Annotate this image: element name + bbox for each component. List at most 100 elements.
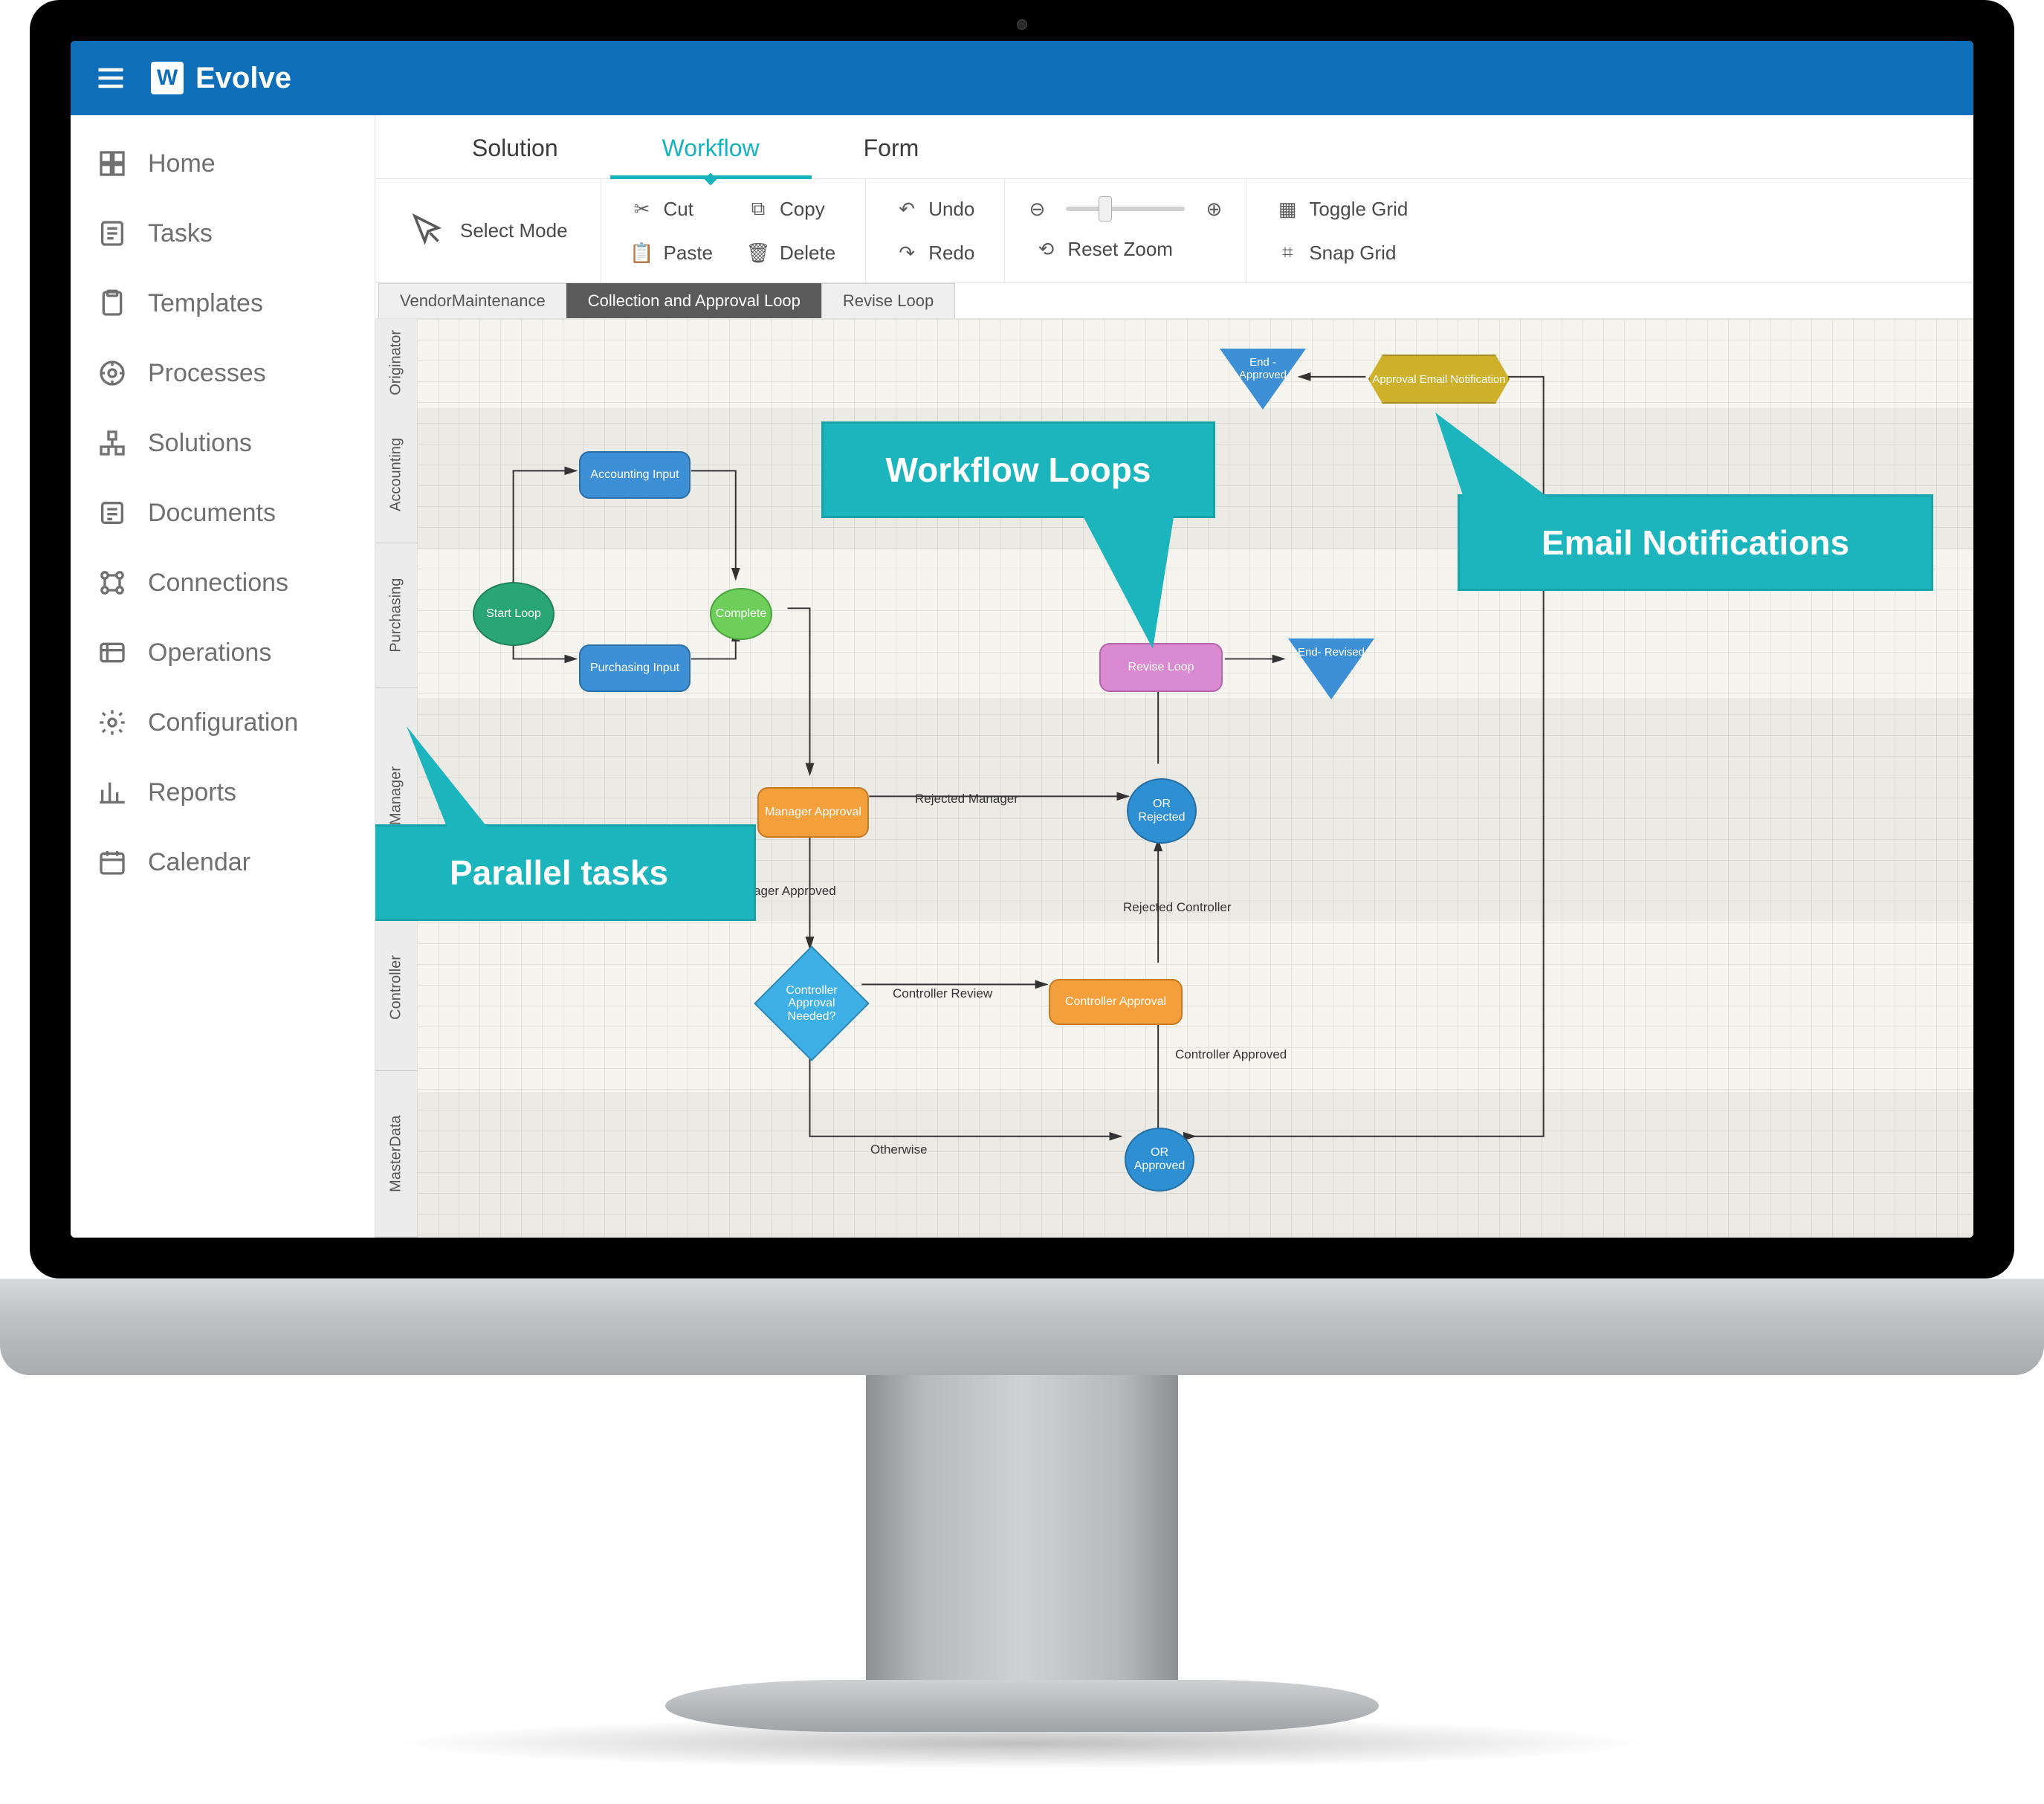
paste-icon: 📋 bbox=[631, 242, 653, 264]
cursor-icon bbox=[408, 211, 448, 251]
camera-dot bbox=[1017, 19, 1027, 30]
sidebar-item-reports[interactable]: Reports bbox=[71, 757, 375, 827]
sidebar-item-calendar[interactable]: Calendar bbox=[71, 827, 375, 897]
sidebar-item-label: Connections bbox=[148, 569, 288, 598]
hamburger-icon bbox=[94, 62, 127, 94]
snap-icon: ⌗ bbox=[1276, 242, 1298, 264]
toolbar: Select Mode ✂ Cut 📋 Paste ⧉Copy 🗑 Delete bbox=[375, 179, 1973, 283]
node-or-approved[interactable]: OR Approved bbox=[1125, 1128, 1194, 1192]
zoom-thumb[interactable] bbox=[1099, 196, 1112, 222]
cut-label: Cut bbox=[664, 198, 693, 221]
node-accounting-input[interactable]: Accounting Input bbox=[579, 451, 691, 499]
sidebar-item-label: Reports bbox=[148, 778, 236, 807]
sidebar-item-connections[interactable]: Connections bbox=[71, 548, 375, 618]
delete-label: Delete bbox=[780, 242, 835, 265]
undo-icon: ↶ bbox=[896, 198, 918, 220]
solutions-icon bbox=[96, 427, 129, 459]
sidebar-item-configuration[interactable]: Configuration bbox=[71, 688, 375, 757]
toggle-grid-label: Toggle Grid bbox=[1309, 198, 1408, 221]
brand-title: Evolve bbox=[195, 62, 291, 95]
processes-icon bbox=[96, 357, 129, 389]
edge-rejected-controller: Rejected Controller bbox=[1123, 900, 1232, 915]
lane-masterdata: MasterData bbox=[375, 1071, 417, 1238]
undo-label: Undo bbox=[928, 198, 974, 221]
lane-purchasing: Purchasing bbox=[375, 543, 417, 688]
home-icon bbox=[96, 147, 129, 180]
zoom-out-button[interactable]: ⊖ bbox=[1021, 193, 1052, 224]
snap-grid-label: Snap Grid bbox=[1309, 242, 1396, 265]
topbar: W Evolve bbox=[71, 41, 1973, 115]
sec-tab-revise[interactable]: Revise Loop bbox=[821, 283, 955, 318]
brand: W Evolve bbox=[151, 62, 291, 95]
paste-button[interactable]: 📋 Paste bbox=[618, 234, 727, 272]
zoom-in-icon: ⊕ bbox=[1203, 198, 1225, 220]
sidebar-item-label: Configuration bbox=[148, 708, 298, 737]
sidebar-item-processes[interactable]: Processes bbox=[71, 338, 375, 408]
sidebar-item-home[interactable]: Home bbox=[71, 129, 375, 198]
node-controller-needed[interactable]: Controller Approval Needed? bbox=[754, 945, 870, 1061]
edge-controller-review: Controller Review bbox=[893, 986, 992, 1001]
copy-button[interactable]: ⧉Copy bbox=[734, 190, 849, 228]
callout-workflow-loops: Workflow Loops bbox=[821, 421, 1215, 518]
snap-grid-button[interactable]: ⌗ Snap Grid bbox=[1263, 234, 1421, 272]
node-complete[interactable]: Complete bbox=[710, 588, 772, 640]
sidebar-item-documents[interactable]: Documents bbox=[71, 478, 375, 548]
sidebar-item-label: Processes bbox=[148, 359, 266, 388]
node-start-loop[interactable]: Start Loop bbox=[473, 582, 554, 646]
reset-zoom-label: Reset Zoom bbox=[1067, 238, 1173, 261]
tab-form[interactable]: Form bbox=[812, 115, 971, 178]
sidebar-item-label: Tasks bbox=[148, 219, 213, 248]
select-mode-label: Select Mode bbox=[460, 220, 568, 242]
paste-label: Paste bbox=[664, 242, 714, 265]
primary-tabs: Solution Workflow Form bbox=[375, 115, 1973, 179]
sidebar-item-tasks[interactable]: Tasks bbox=[71, 198, 375, 268]
secondary-tabs: VendorMaintenance Collection and Approva… bbox=[375, 283, 1973, 319]
node-or-rejected[interactable]: OR Rejected bbox=[1127, 778, 1197, 844]
edge-rejected-manager: Rejected Manager bbox=[915, 792, 1018, 806]
menu-button[interactable] bbox=[93, 60, 129, 96]
copy-label: Copy bbox=[780, 198, 825, 221]
delete-icon: 🗑 bbox=[747, 242, 769, 264]
end-revised-label: End- Revised bbox=[1294, 646, 1368, 659]
cut-icon: ✂ bbox=[631, 198, 653, 220]
grid-icon: ▦ bbox=[1276, 198, 1298, 220]
sidebar: Home Tasks Templates Processes bbox=[71, 115, 375, 1238]
lane-originator: Originator bbox=[375, 319, 417, 406]
gear-icon bbox=[96, 706, 129, 739]
delete-button[interactable]: 🗑 Delete bbox=[734, 234, 849, 272]
sidebar-item-templates[interactable]: Templates bbox=[71, 268, 375, 338]
end-approved-label: End - Approved bbox=[1226, 356, 1300, 381]
lane-accounting: Accounting bbox=[375, 406, 417, 543]
node-manager-approval[interactable]: Manager Approval bbox=[757, 787, 869, 838]
reports-icon bbox=[96, 776, 129, 809]
reset-zoom-button[interactable]: ⟲ Reset Zoom bbox=[1021, 230, 1229, 268]
tab-solution[interactable]: Solution bbox=[420, 115, 610, 178]
node-controller-approval[interactable]: Controller Approval bbox=[1049, 979, 1183, 1025]
sidebar-item-label: Templates bbox=[148, 289, 263, 318]
reset-zoom-icon: ⟲ bbox=[1035, 239, 1057, 261]
edge-controller-approved: Controller Approved bbox=[1175, 1047, 1287, 1062]
cut-button[interactable]: ✂ Cut bbox=[618, 190, 727, 228]
sidebar-item-label: Solutions bbox=[148, 429, 252, 458]
select-mode-button[interactable]: Select Mode bbox=[392, 202, 584, 260]
sec-tab-vendor[interactable]: VendorMaintenance bbox=[378, 283, 567, 318]
swimlane-labels: Originator Accounting Purchasing Manager… bbox=[375, 319, 417, 1238]
zoom-in-button[interactable]: ⊕ bbox=[1198, 193, 1229, 224]
tasks-icon bbox=[96, 217, 129, 250]
sidebar-item-solutions[interactable]: Solutions bbox=[71, 408, 375, 478]
zoom-slider[interactable] bbox=[1066, 207, 1185, 211]
node-revise-loop[interactable]: Revise Loop bbox=[1099, 643, 1223, 692]
redo-button[interactable]: ↷Redo bbox=[882, 234, 988, 272]
undo-button[interactable]: ↶ Undo bbox=[882, 190, 988, 228]
toggle-grid-button[interactable]: ▦ Toggle Grid bbox=[1263, 190, 1421, 228]
redo-icon: ↷ bbox=[896, 242, 918, 264]
zoom-out-icon: ⊖ bbox=[1026, 198, 1048, 220]
workflow-canvas[interactable]: Start Loop Accounting Input Purchasing I… bbox=[417, 319, 1973, 1238]
node-purchasing-input[interactable]: Purchasing Input bbox=[579, 644, 691, 692]
sidebar-item-operations[interactable]: Operations bbox=[71, 618, 375, 688]
sidebar-item-label: Calendar bbox=[148, 848, 250, 877]
operations-icon bbox=[96, 636, 129, 669]
sec-tab-collection[interactable]: Collection and Approval Loop bbox=[566, 283, 822, 318]
node-approval-email[interactable]: Approval Email Notification bbox=[1368, 355, 1510, 404]
tab-workflow[interactable]: Workflow bbox=[610, 115, 812, 178]
